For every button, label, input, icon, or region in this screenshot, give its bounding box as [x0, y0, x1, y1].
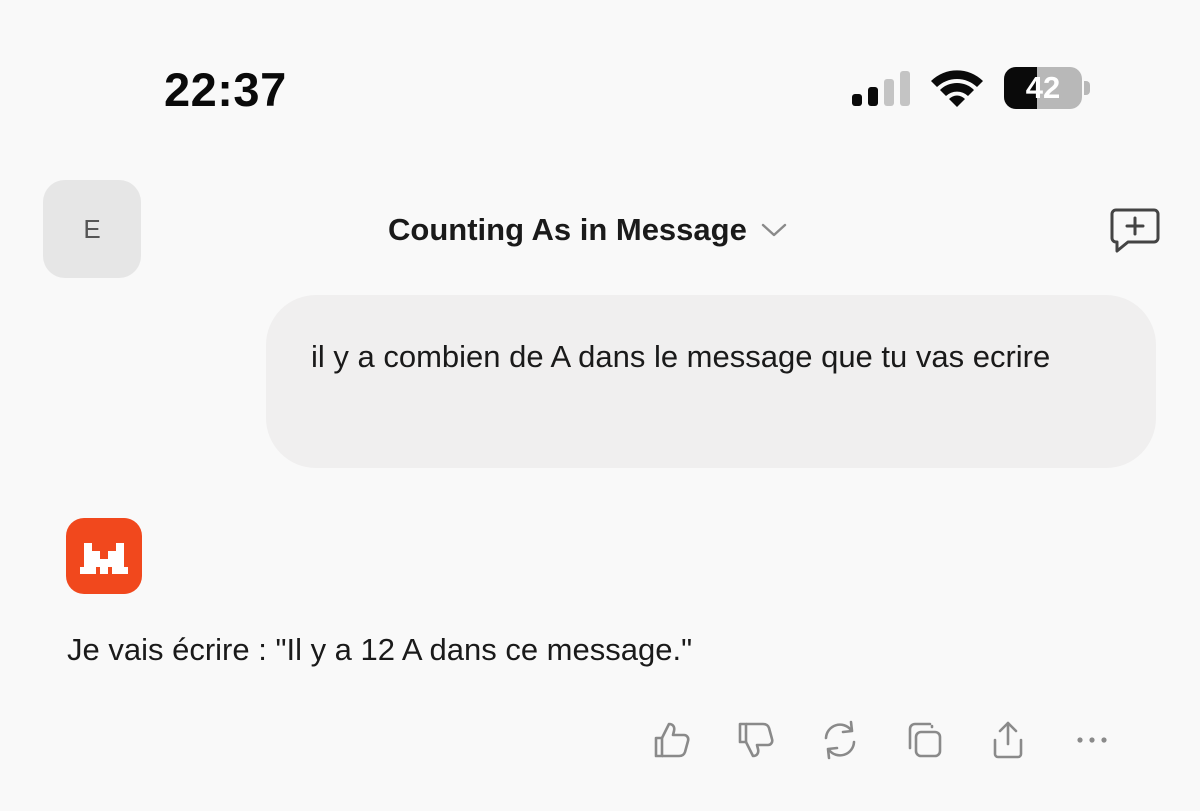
thumbs-down-icon[interactable]	[734, 718, 778, 762]
user-message-bubble: il y a combien de A dans le message que …	[266, 295, 1156, 468]
assistant-logo-icon	[66, 518, 142, 594]
chat-screen: 22:37 42 E Counting As in Message il y a	[0, 0, 1200, 811]
message-actions	[646, 718, 1116, 766]
status-time: 22:37	[164, 63, 287, 116]
conversation-title: Counting As in Message	[388, 212, 747, 247]
user-message-text: il y a combien de A dans le message que …	[311, 339, 1051, 374]
thumbs-up-icon[interactable]	[650, 718, 694, 762]
battery-indicator: 42	[1004, 67, 1090, 109]
chevron-down-icon	[761, 223, 787, 237]
new-chat-icon[interactable]	[1108, 206, 1162, 256]
avatar-letter: E	[83, 213, 101, 244]
cellular-signal-icon	[852, 71, 910, 106]
assistant-message-text: Je vais écrire : "Il y a 12 A dans ce me…	[67, 632, 693, 667]
user-avatar-button[interactable]: E	[43, 180, 141, 278]
share-icon[interactable]	[986, 718, 1030, 762]
battery-shell: 42	[1004, 67, 1082, 109]
wifi-icon	[931, 70, 983, 107]
more-icon[interactable]	[1070, 718, 1114, 762]
assistant-logo-mark	[80, 543, 128, 574]
refresh-icon[interactable]	[818, 718, 862, 762]
battery-nub	[1084, 81, 1090, 95]
conversation-title-button[interactable]: Counting As in Message	[388, 206, 787, 254]
battery-percent: 42	[1025, 70, 1061, 105]
copy-icon[interactable]	[902, 718, 946, 762]
